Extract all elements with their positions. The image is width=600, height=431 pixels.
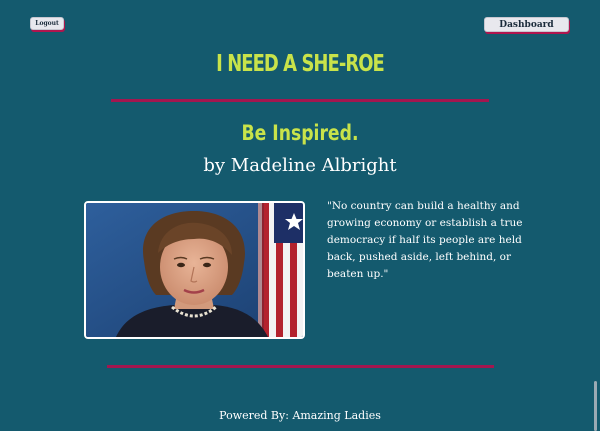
- author-portrait: [84, 201, 305, 339]
- author-byline: by Madeline Albright: [203, 155, 397, 176]
- inspiration-heading: Be Inspired.: [241, 121, 359, 145]
- page-scrollbar[interactable]: [594, 381, 597, 431]
- top-divider: [111, 99, 489, 102]
- site-title: I NEED A SHE-ROE: [216, 51, 385, 77]
- bottom-divider: [107, 365, 494, 368]
- dashboard-button[interactable]: Dashboard: [484, 17, 569, 32]
- footer-credit: Powered By: Amazing Ladies: [0, 409, 600, 422]
- footer-prefix: Powered By:: [219, 409, 289, 422]
- quote-text: "No country can build a healthy and grow…: [327, 200, 523, 280]
- page: Logout Dashboard I NEED A SHE-ROE Be Ins…: [0, 0, 600, 431]
- logout-button[interactable]: Logout: [30, 17, 64, 30]
- footer-name: Amazing Ladies: [292, 409, 381, 422]
- flag-graphic: [258, 203, 303, 337]
